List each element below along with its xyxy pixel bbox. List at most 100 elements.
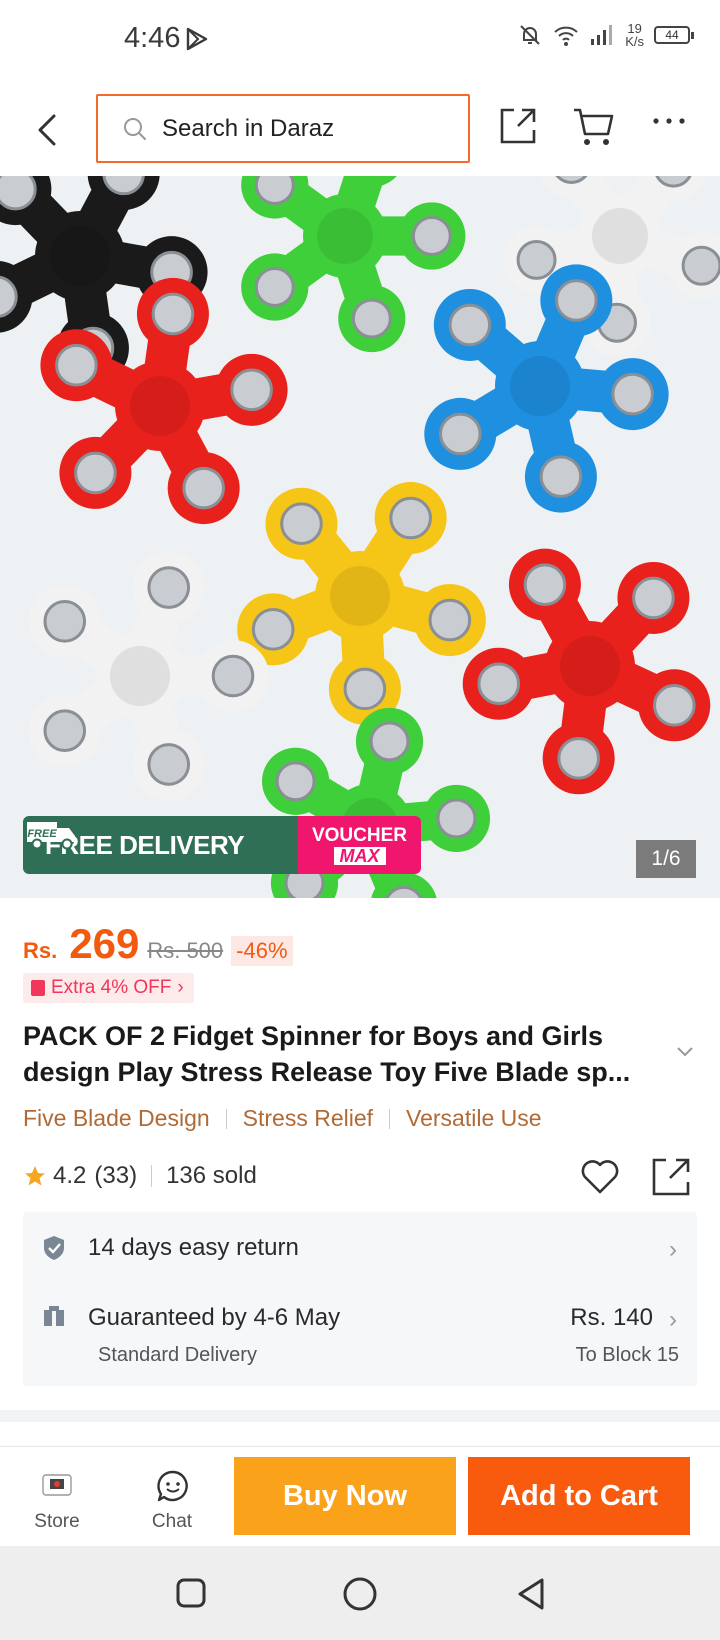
- return-text: 14 days easy return: [88, 1234, 299, 1261]
- free-delivery-banner: FREE FREE DELIVERY VOUCHER MAX: [23, 816, 421, 874]
- spinner-cap: [330, 566, 390, 626]
- net-speed: 19 K/s: [625, 22, 644, 48]
- spinner-bearing: [369, 721, 410, 762]
- rating-count: (33): [94, 1162, 138, 1189]
- heart-icon[interactable]: [580, 1158, 620, 1196]
- spinner-bearing: [611, 372, 654, 416]
- product-title[interactable]: PACK OF 2 Fidget Spinner for Boys and Gi…: [23, 1018, 673, 1090]
- spinner-cap: [510, 356, 570, 416]
- tag-item: Versatile Use: [406, 1105, 542, 1131]
- store-label: Store: [34, 1511, 80, 1532]
- service-card: 14 days easy return › Guaranteed by 4-6 …: [23, 1212, 697, 1386]
- nav-back-icon[interactable]: [514, 1576, 548, 1612]
- voucher-max-label: MAX: [333, 846, 386, 865]
- spinner-cap: [560, 636, 620, 696]
- spinner-graphic: [241, 176, 466, 353]
- delivery-type: Standard Delivery: [98, 1344, 257, 1366]
- net-speed-unit: K/s: [625, 34, 644, 49]
- spinner-bearing: [448, 303, 492, 347]
- original-price: Rs. 500: [147, 938, 224, 963]
- more-icon[interactable]: [652, 116, 686, 126]
- chevron-right-icon: ›: [177, 977, 184, 998]
- delivery-row[interactable]: Guaranteed by 4-6 May Standard Delivery …: [23, 1300, 697, 1380]
- spinner-graphic: [28, 551, 269, 801]
- status-icons: 19 K/s 44: [517, 22, 694, 48]
- spinner-bearing: [438, 412, 482, 456]
- spinner-bearing: [55, 343, 98, 387]
- spinner-bearing: [632, 576, 675, 620]
- store-button[interactable]: Store: [17, 1447, 97, 1547]
- rating-row[interactable]: 4.2 (33) 136 sold: [23, 1162, 257, 1190]
- delivery-price: Rs. 140: [570, 1304, 653, 1331]
- bottom-action-bar: Store Chat Buy Now Add to Cart: [0, 1446, 720, 1546]
- top-header: Search in Daraz: [0, 80, 720, 176]
- signal-icon: [591, 25, 613, 45]
- chat-label: Chat: [151, 1511, 193, 1532]
- spinner-bearing: [254, 176, 295, 205]
- chat-button[interactable]: Chat: [132, 1447, 212, 1547]
- chevron-right-icon: ›: [669, 1236, 677, 1263]
- spinner-graphic: [502, 176, 720, 357]
- spinner-cap: [110, 646, 170, 706]
- tag-divider: [225, 1108, 227, 1129]
- voucher-icon: [31, 980, 45, 996]
- spinner-graphic: [462, 548, 711, 795]
- chevron-down-icon[interactable]: [676, 1046, 694, 1058]
- delivery-destination: To Block 15: [575, 1344, 679, 1366]
- discount-badge: -46%: [231, 936, 293, 966]
- tag-divider: [389, 1108, 391, 1129]
- system-nav-bar: [0, 1546, 720, 1640]
- spinner-bearing: [428, 598, 472, 642]
- spinner-bearing: [74, 451, 117, 495]
- product-image: [0, 176, 720, 898]
- star-icon: [25, 1166, 45, 1186]
- share-icon[interactable]: [650, 1156, 692, 1198]
- status-bar: 4:46 19 K/s 44: [0, 0, 720, 80]
- spinner-bearing: [151, 292, 195, 336]
- price-value: 269: [69, 920, 140, 967]
- spinner-bearing: [254, 267, 295, 307]
- rating-value: 4.2: [53, 1162, 87, 1189]
- recent-apps-icon[interactable]: [174, 1576, 208, 1610]
- back-arrow-icon[interactable]: [30, 110, 66, 150]
- search-icon: [124, 117, 146, 140]
- search-input[interactable]: Search in Daraz: [96, 94, 470, 163]
- chat-icon: [157, 1470, 188, 1502]
- cart-icon[interactable]: [572, 106, 616, 148]
- spinner-bearing: [389, 496, 432, 540]
- spinner-bearing: [557, 737, 600, 780]
- section-divider: [0, 1410, 720, 1422]
- return-policy-row[interactable]: 14 days easy return ›: [23, 1230, 697, 1280]
- spinner-cap: [317, 208, 373, 264]
- spinner-cap: [130, 376, 190, 436]
- extra-off-label: Extra 4% OFF: [51, 977, 172, 998]
- image-counter: 1/6: [636, 840, 696, 878]
- spinner-bearing: [147, 743, 191, 786]
- spinner-bearing: [343, 667, 387, 711]
- spinner-graphic: [237, 482, 486, 725]
- share-icon[interactable]: [498, 106, 538, 146]
- store-logo-icon: [42, 1474, 72, 1496]
- spinner-bearing: [652, 684, 696, 727]
- spinner-bearing: [436, 798, 477, 839]
- spinner-bearing: [555, 279, 598, 322]
- spinner-cap: [50, 226, 110, 286]
- extra-off-voucher[interactable]: Extra 4% OFF ›: [23, 973, 194, 1003]
- product-image-gallery[interactable]: FREE FREE DELIVERY VOUCHER MAX 1/6: [0, 176, 720, 898]
- bell-muted-icon: [520, 25, 540, 45]
- free-badge-text: FREE: [27, 828, 57, 840]
- spinner-bearing: [230, 368, 273, 412]
- buy-now-button[interactable]: Buy Now: [234, 1457, 456, 1535]
- home-icon[interactable]: [342, 1576, 378, 1612]
- spinner-bearing: [147, 566, 191, 609]
- chevron-right-icon: ›: [669, 1306, 677, 1333]
- spinner-bearing: [280, 502, 323, 546]
- package-icon: [44, 1306, 64, 1326]
- spinner-bearing: [0, 176, 37, 211]
- spinner-bearing: [477, 662, 521, 706]
- price-currency: Rs.: [23, 938, 58, 963]
- tag-item: Five Blade Design: [23, 1105, 210, 1131]
- product-tags: Five Blade Design Stress Relief Versatil…: [23, 1105, 542, 1132]
- spinner-bearing: [516, 239, 557, 280]
- add-to-cart-button[interactable]: Add to Cart: [468, 1457, 690, 1535]
